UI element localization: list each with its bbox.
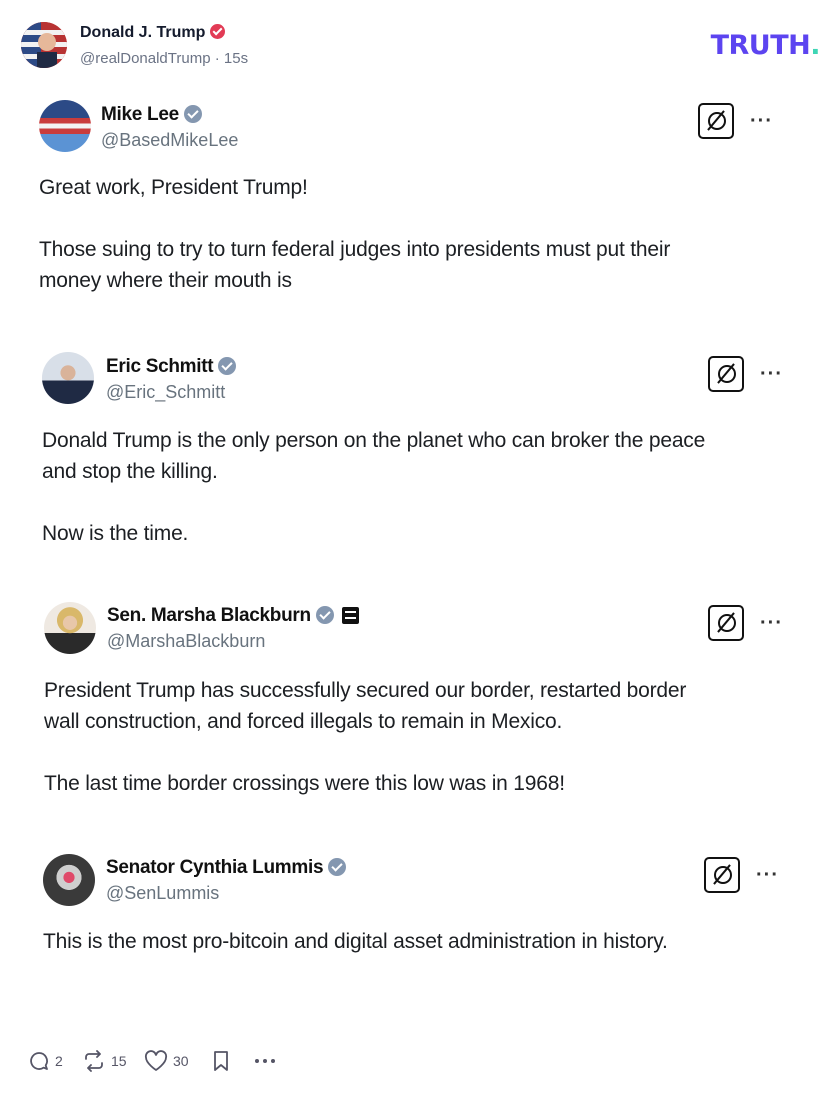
like-count: 30 [173, 1053, 189, 1069]
avatar[interactable] [44, 602, 96, 654]
avatar[interactable] [43, 854, 95, 906]
reply-count: 2 [55, 1053, 63, 1069]
avatar[interactable] [39, 100, 91, 152]
grok-icon[interactable] [698, 103, 734, 139]
post-author-name-text: Sen. Marsha Blackburn [107, 605, 311, 626]
logo-text: TRUTH [710, 30, 811, 61]
grok-icon[interactable] [708, 356, 744, 392]
post-text-line: Now is the time. [42, 522, 189, 545]
bookmark-button[interactable] [212, 1048, 230, 1074]
author-name-text[interactable]: Donald J. Trump [80, 24, 205, 41]
reply-button[interactable]: 2 [28, 1048, 63, 1074]
verified-icon [315, 606, 334, 624]
post-author-name[interactable]: Sen. Marsha Blackburn [107, 605, 359, 627]
post-author-name[interactable]: Senator Cynthia Lummis [106, 857, 347, 879]
post-time[interactable]: 15s [224, 50, 248, 67]
grok-icon[interactable] [708, 605, 744, 641]
post-text-line: money where their mouth is [39, 269, 292, 292]
more-icon[interactable]: ··· [750, 111, 773, 131]
post-author-name[interactable]: Mike Lee [101, 104, 202, 126]
like-button[interactable]: 30 [144, 1048, 189, 1074]
post-author-handle[interactable]: @Eric_Schmitt [106, 382, 225, 403]
author-handle[interactable]: @realDonaldTrump [80, 50, 211, 67]
author-meta: @realDonaldTrump · 15s [80, 50, 248, 67]
truth-logo[interactable]: TRUTH. [710, 30, 821, 61]
verified-icon [210, 24, 226, 39]
more-actions-button[interactable] [253, 1048, 277, 1074]
reply-icon [30, 1052, 48, 1070]
more-icon[interactable]: ··· [756, 865, 779, 885]
author-name[interactable]: Donald J. Trump [80, 24, 226, 42]
post-text-line: Donald Trump is the only person on the p… [42, 429, 706, 452]
post-author-handle[interactable]: @BasedMikeLee [101, 130, 238, 151]
post-header: Donald J. Trump @realDonaldTrump · 15s T… [0, 0, 840, 80]
logo-dot: . [810, 30, 820, 61]
post-text-line: The last time border crossings were this… [44, 772, 565, 795]
more-icon[interactable]: ··· [760, 364, 783, 384]
post-text-line: President Trump has successfully secured… [44, 679, 687, 702]
avatar[interactable] [42, 352, 94, 404]
retruth-count: 15 [111, 1053, 127, 1069]
more-icon [255, 1059, 275, 1063]
verified-icon [183, 105, 202, 123]
post-text-line: and stop the killing. [42, 460, 218, 483]
meta-separator: · [214, 50, 220, 67]
post-author-name[interactable]: Eric Schmitt [106, 356, 237, 378]
post-author-name-text: Mike Lee [101, 104, 179, 125]
verified-icon [218, 357, 237, 375]
post-author-handle[interactable]: @MarshaBlackburn [107, 631, 265, 652]
bookmark-icon [214, 1051, 228, 1071]
grok-icon[interactable] [704, 857, 740, 893]
post-text-line: Those suing to try to turn federal judge… [39, 238, 671, 261]
post-text-line: This is the most pro-bitcoin and digital… [43, 930, 668, 953]
heart-icon [144, 1050, 168, 1071]
retruth-icon [85, 1050, 103, 1072]
post-text-line: Great work, President Trump! [39, 176, 308, 199]
post-author-name-text: Eric Schmitt [106, 356, 214, 377]
government-badge-icon [341, 607, 359, 624]
post-author-handle[interactable]: @SenLummis [106, 883, 219, 904]
more-icon[interactable]: ··· [760, 613, 783, 633]
verified-icon [328, 858, 347, 876]
post-author-name-text: Senator Cynthia Lummis [106, 857, 324, 878]
author-avatar[interactable] [21, 22, 67, 68]
post-text-line: wall construction, and forced illegals t… [44, 710, 563, 733]
retruth-button[interactable]: 15 [82, 1048, 127, 1074]
